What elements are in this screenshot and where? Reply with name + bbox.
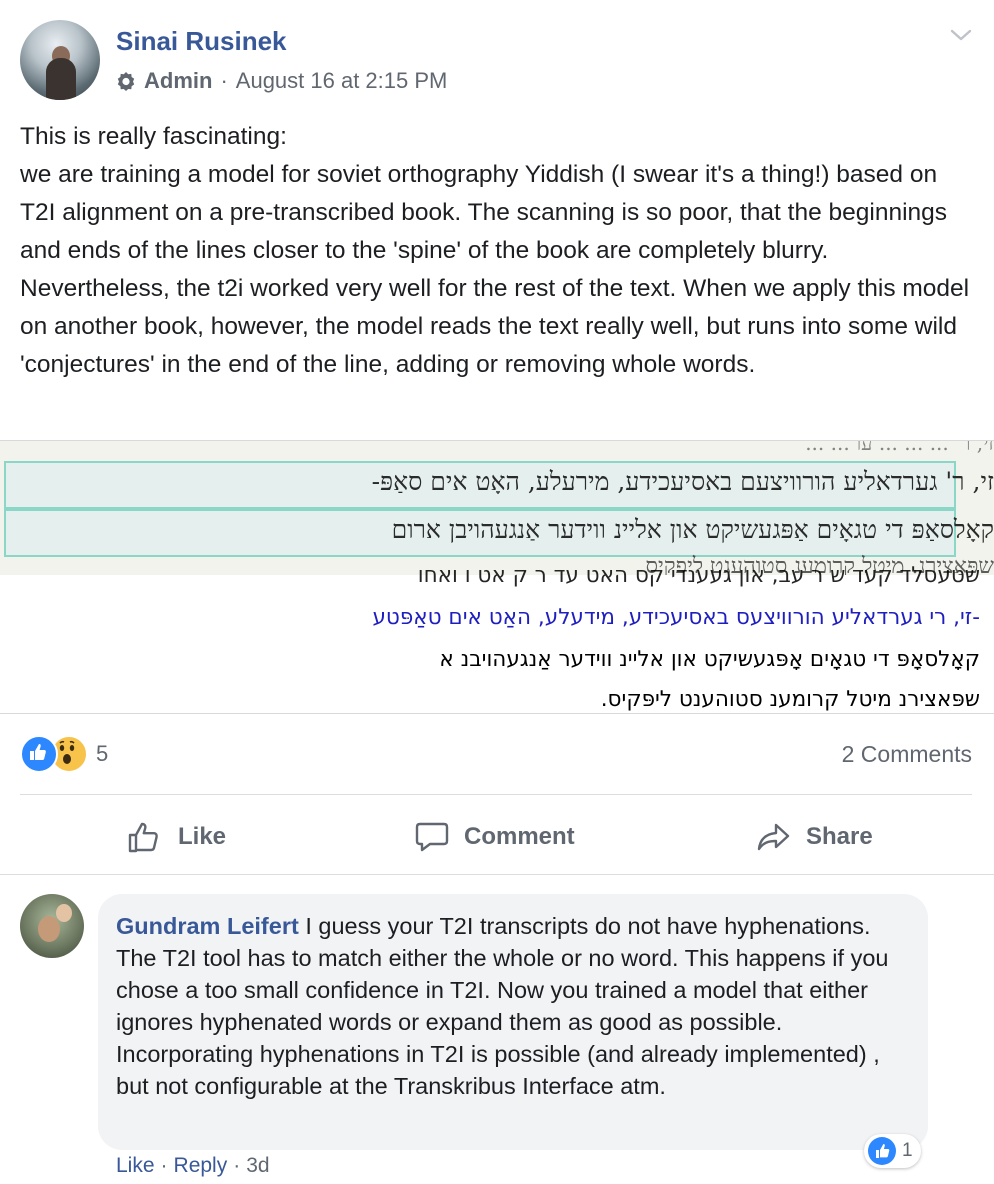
avatar-face	[38, 916, 60, 942]
share-button[interactable]: Share	[756, 806, 873, 868]
divider	[20, 794, 972, 795]
avatar-body	[46, 58, 76, 100]
transcription-panel: שטעסלד קעד ש ר עב, און געענדי קס האט עד …	[0, 563, 994, 713]
divider	[0, 874, 994, 875]
comment-actions: Like · Reply · 3d	[116, 1154, 270, 1178]
chevron-down-icon[interactable]	[948, 24, 974, 46]
share-arrow-icon	[757, 823, 790, 851]
post-timestamp[interactable]: August 16 at 2:15 PM	[236, 68, 448, 94]
like-reaction-icon	[20, 735, 58, 773]
scan-line-2: קאָלסאַפּ די טגאָים אַפּגעשיקט און אליינ…	[391, 515, 994, 544]
thumbs-up-icon	[128, 822, 158, 853]
like-button[interactable]: Like	[126, 806, 226, 868]
transcription-cutoff-line: שטעסלד קעד ש ר עב, און געענדי קס האט עד …	[417, 563, 980, 588]
comment-label: Comment	[464, 823, 575, 850]
reactions-summary[interactable]: 5	[20, 735, 109, 773]
avatar-child-face	[56, 904, 72, 922]
author-avatar[interactable]	[20, 20, 100, 100]
share-label: Share	[806, 823, 873, 850]
comment-bubble-icon	[415, 822, 449, 852]
comments-count-link[interactable]: 2 Comments	[842, 741, 972, 768]
comment-reaction-count: 1	[902, 1140, 913, 1161]
scan-snippet: זי, ר' ... ... ... עו ... ... זי, ר' גער…	[0, 440, 994, 579]
comment-button[interactable]: Comment	[414, 806, 575, 868]
comment-text-block: Gundram Leifert I guess your T2I transcr…	[116, 910, 916, 1102]
admin-role: Admin	[144, 68, 213, 93]
post-header: Sinai Rusinek Admin · August 16 at 2:15 …	[0, 0, 994, 110]
post-body-text: This is really fascinating: we are train…	[20, 123, 970, 378]
like-label: Like	[178, 823, 227, 850]
comment-body: I guess your T2I transcripts do not have…	[116, 913, 889, 1099]
comment-like-link[interactable]: Like	[116, 1154, 155, 1178]
action-bar: Like Comment Share	[0, 806, 994, 868]
meta-separator: ·	[220, 68, 228, 93]
like-reaction-icon	[868, 1137, 896, 1165]
post-meta: Admin · August 16 at 2:15 PM	[116, 68, 447, 94]
comment-reply-link[interactable]: Reply	[174, 1154, 228, 1178]
commenter-name[interactable]: Gundram Leifert	[116, 913, 299, 939]
commenter-avatar[interactable]	[20, 894, 84, 958]
transcription-line-1: -זי, רי גערדאליע הורוויצעס באסיעכידע, מי…	[372, 605, 980, 630]
comment-age[interactable]: 3d	[246, 1154, 269, 1178]
scan-line-1: זי, ר' גערדאליע הורוויצעם באסיעכידע, מיר…	[371, 467, 994, 496]
comment-reaction-badge[interactable]: 1	[864, 1134, 921, 1168]
reaction-count: 5	[96, 741, 109, 766]
admin-badge-icon	[117, 72, 135, 91]
post-image[interactable]: זי, ר' ... ... ... עו ... ... זי, ר' גער…	[0, 440, 994, 714]
transcription-line-2: קאָלסאָפּ די טגאָים אָפּגעשיקט און אליינ…	[439, 647, 980, 672]
author-name[interactable]: Sinai Rusinek	[116, 26, 287, 57]
comment-separator: ·	[160, 1154, 168, 1177]
comment-separator: ·	[233, 1154, 241, 1177]
comment-bubble: Gundram Leifert I guess your T2I transcr…	[98, 894, 928, 1150]
scan-cutoff-line: זי, ר' ... ... ... עו ... ...	[805, 440, 994, 455]
transcription-line-3: שפּאצירנ מיטל קרומענ סטוהענט ליפּקיס.	[600, 687, 980, 712]
